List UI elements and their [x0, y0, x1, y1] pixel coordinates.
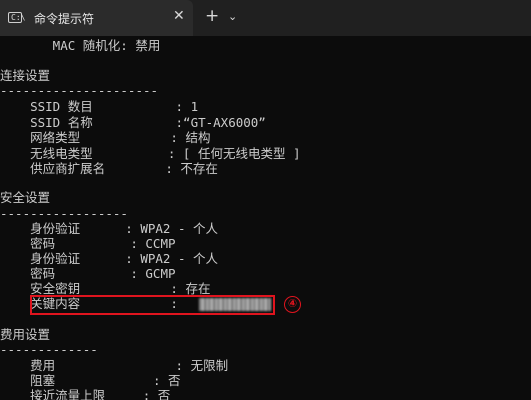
setting-row: 无线电类型 : [ 任何无线电类型 ] — [0, 146, 301, 162]
terminal-icon: C:\ — [8, 12, 26, 23]
setting-value: : 结构 — [170, 130, 211, 145]
terminal-output[interactable]: MAC 随机化: 禁用 连接设置 --------------------- S… — [0, 36, 531, 400]
chevron-down-icon[interactable]: ⌄ — [228, 10, 237, 23]
close-icon[interactable]: ✕ — [173, 8, 185, 24]
setting-label: 无线电类型 — [0, 146, 168, 161]
step-number-badge: ④ — [284, 296, 301, 313]
setting-row: 费用 : 无限制 — [0, 358, 228, 374]
tab-bar: C:\ 命令提示符 ✕ + ⌄ — [0, 0, 531, 36]
setting-value: : [ 任何无线电类型 ] — [167, 146, 301, 161]
terminal-icon-text: C:\ — [11, 13, 26, 22]
setting-label: 身份验证 — [0, 251, 126, 266]
setting-value: :“GT-AX6000” — [175, 115, 266, 130]
cost-divider: ------------- — [0, 342, 98, 357]
setting-label: 阻塞 — [0, 373, 153, 388]
highlight-annotation-box — [30, 295, 275, 315]
setting-value: : WPA2 - 个人 — [125, 221, 218, 236]
setting-row: SSID 数目 : 1 — [0, 99, 198, 115]
setting-value: : 否 — [142, 388, 171, 400]
setting-value: : 存在 — [170, 281, 211, 296]
setting-label: 密码 — [0, 236, 131, 251]
setting-label: 安全密钥 — [0, 281, 171, 296]
setting-label: 网络类型 — [0, 130, 171, 145]
setting-row: 供应商扩展名 : 不存在 — [0, 161, 218, 177]
setting-value: : GCMP — [130, 266, 176, 281]
setting-value: : WPA2 - 个人 — [125, 251, 218, 266]
setting-label: 供应商扩展名 — [0, 161, 166, 176]
setting-label: 身份验证 — [0, 221, 126, 236]
setting-row: 密码 : GCMP — [0, 266, 176, 282]
setting-row: 接近流量上限 : 否 — [0, 388, 170, 400]
setting-value: : 否 — [152, 373, 181, 388]
setting-label: 接近流量上限 — [0, 388, 143, 400]
setting-label: 密码 — [0, 266, 131, 281]
tab-title: 命令提示符 — [34, 12, 95, 26]
tab-command-prompt[interactable]: C:\ 命令提示符 ✕ — [0, 0, 193, 36]
setting-value: : 无限制 — [175, 358, 229, 373]
connectivity-divider: --------------------- — [0, 83, 159, 98]
cost-header: 费用设置 — [0, 327, 51, 342]
setting-label: SSID 名称 — [0, 115, 176, 130]
setting-label: 费用 — [0, 358, 176, 373]
setting-row: 网络类型 : 结构 — [0, 130, 210, 146]
mac-randomization-line: MAC 随机化: 禁用 — [0, 38, 161, 53]
setting-value: : 不存在 — [165, 161, 218, 176]
security-divider: ----------------- — [0, 206, 128, 221]
setting-row: 身份验证 : WPA2 - 个人 — [0, 221, 218, 237]
setting-row: SSID 名称 :“GT-AX6000” — [0, 115, 266, 131]
setting-label: SSID 数目 — [0, 99, 176, 114]
setting-row: 密码 : CCMP — [0, 236, 176, 252]
setting-row: 阻塞 : 否 — [0, 373, 181, 389]
new-tab-button[interactable]: + — [205, 6, 219, 26]
connectivity-header: 连接设置 — [0, 68, 51, 83]
security-header: 安全设置 — [0, 190, 51, 205]
setting-value: : CCMP — [130, 236, 176, 251]
setting-value: : 1 — [175, 99, 199, 114]
setting-row: 身份验证 : WPA2 - 个人 — [0, 251, 218, 267]
